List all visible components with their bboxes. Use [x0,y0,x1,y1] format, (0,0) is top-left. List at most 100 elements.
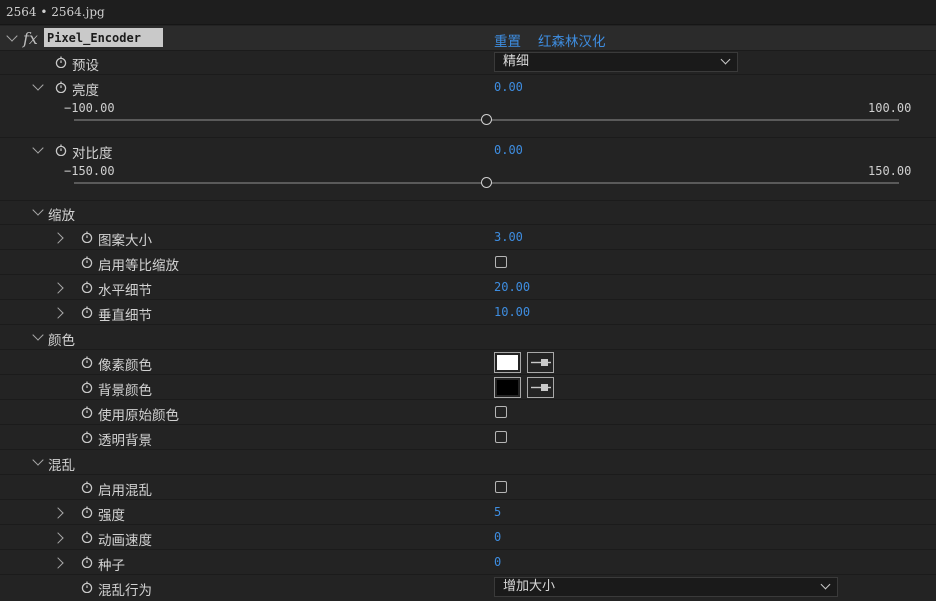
chaos-behavior-label: 混乱行为 [98,583,152,599]
stopwatch-icon[interactable] [81,381,93,393]
stopwatch-icon[interactable] [81,306,93,318]
stopwatch-icon[interactable] [81,506,93,518]
background-color-fill [497,380,518,395]
chevron-down-icon[interactable] [32,79,44,91]
vertical-detail-label: 垂直细节 [98,308,152,324]
seed-value[interactable]: 0 [494,555,501,569]
chevron-down-icon[interactable] [32,454,44,466]
eyedropper-button[interactable] [527,377,554,398]
seed-label: 种子 [98,558,125,574]
chevron-down-icon[interactable] [32,142,44,154]
seed-row: 种子 0 [0,550,936,575]
brightness-value[interactable]: 0.00 [494,80,523,94]
contrast-label: 对比度 [72,146,113,162]
pixel-color-row: 像素颜色 [0,350,936,375]
anim-speed-row: 动画速度 0 [0,525,936,550]
stopwatch-icon[interactable] [55,81,67,93]
enable-chaos-label: 启用混乱 [98,483,152,499]
stopwatch-icon[interactable] [81,281,93,293]
chevron-right-icon[interactable] [52,232,64,244]
stopwatch-icon[interactable] [81,531,93,543]
eyedropper-icon [531,359,551,366]
preset-value: 精细 [503,54,530,69]
chevron-down-icon[interactable] [32,329,44,341]
chevron-right-icon[interactable] [52,307,64,319]
transparent-bg-checkbox[interactable] [495,431,507,443]
stopwatch-icon[interactable] [81,231,93,243]
enable-chaos-checkbox[interactable] [495,481,507,493]
eyedropper-button[interactable] [527,352,554,373]
chevron-right-icon[interactable] [52,557,64,569]
reset-link[interactable]: 重置 [494,30,521,50]
pixel-color-label: 像素颜色 [98,358,152,374]
window-title: 2564 • 2564.jpg [0,0,936,25]
pattern-size-row: 图案大小 3.00 [0,225,936,250]
contrast-value[interactable]: 0.00 [494,143,523,157]
pattern-size-label: 图案大小 [98,233,152,249]
preset-row: 预设 精细 [0,50,936,75]
background-color-label: 背景颜色 [98,383,152,399]
eyedropper-icon [531,384,551,391]
chevron-right-icon[interactable] [52,532,64,544]
contrast-row: 对比度 0.00 [0,138,936,163]
chaos-group-label: 混乱 [48,458,75,474]
vertical-detail-value[interactable]: 10.00 [494,305,530,319]
stopwatch-icon[interactable] [81,556,93,568]
contrast-slider-thumb[interactable] [480,177,492,188]
chevron-down-icon [820,579,831,590]
intensity-value[interactable]: 5 [494,505,501,519]
color-group-label: 颜色 [48,333,75,349]
stopwatch-icon[interactable] [55,56,67,68]
stopwatch-icon[interactable] [81,431,93,443]
chevron-down-icon[interactable] [32,204,44,216]
anim-speed-label: 动画速度 [98,533,152,549]
background-color-swatch[interactable] [494,377,521,398]
brightness-slider-thumb[interactable] [480,114,492,125]
scale-group-row[interactable]: 缩放 [0,200,936,225]
preset-label: 预设 [72,58,99,74]
stopwatch-icon[interactable] [81,481,93,493]
brightness-max-label: 100.00 [868,101,912,115]
transparent-bg-row: 透明背景 [0,425,936,450]
chevron-right-icon[interactable] [52,282,64,294]
uniform-scale-label: 启用等比缩放 [98,258,179,274]
chaos-group-row[interactable]: 混乱 [0,450,936,475]
pixel-color-swatch[interactable] [494,352,521,373]
horizontal-detail-label: 水平细节 [98,283,152,299]
intensity-label: 强度 [98,508,125,524]
uniform-scale-checkbox[interactable] [495,256,507,268]
preset-dropdown[interactable]: 精细 [494,52,738,72]
stopwatch-icon[interactable] [81,356,93,368]
background-color-row: 背景颜色 [0,375,936,400]
uniform-scale-row: 启用等比缩放 [0,250,936,275]
stopwatch-icon[interactable] [55,144,67,156]
chevron-right-icon[interactable] [52,507,64,519]
stopwatch-icon[interactable] [81,406,93,418]
effect-name[interactable]: Pixel_Encoder [44,28,163,47]
use-original-row: 使用原始颜色 [0,400,936,425]
transparent-bg-label: 透明背景 [98,433,152,449]
stopwatch-icon[interactable] [81,256,93,268]
stopwatch-icon[interactable] [81,581,93,593]
chevron-down-icon[interactable] [6,30,18,42]
color-group-row[interactable]: 颜色 [0,325,936,350]
brightness-row: 亮度 0.00 [0,75,936,100]
contrast-slider-area: −150.00 150.00 [0,163,936,201]
horizontal-detail-row: 水平细节 20.00 [0,275,936,300]
intensity-row: 强度 5 [0,500,936,525]
scale-group-label: 缩放 [48,208,75,224]
contrast-max-label: 150.00 [868,164,912,178]
contrast-min-label: −150.00 [64,164,115,178]
credit-link[interactable]: 红森林汉化 [538,30,606,50]
chaos-behavior-dropdown[interactable]: 增加大小 [494,577,838,597]
horizontal-detail-value[interactable]: 20.00 [494,280,530,294]
fx-icon[interactable]: fx [23,29,38,48]
enable-chaos-row: 启用混乱 [0,475,936,500]
pattern-size-value[interactable]: 3.00 [494,230,523,244]
chaos-behavior-row: 混乱行为 增加大小 [0,575,936,600]
vertical-detail-row: 垂直细节 10.00 [0,300,936,325]
use-original-checkbox[interactable] [495,406,507,418]
chaos-behavior-value: 增加大小 [503,579,556,594]
anim-speed-value[interactable]: 0 [494,530,501,544]
use-original-label: 使用原始颜色 [98,408,179,424]
